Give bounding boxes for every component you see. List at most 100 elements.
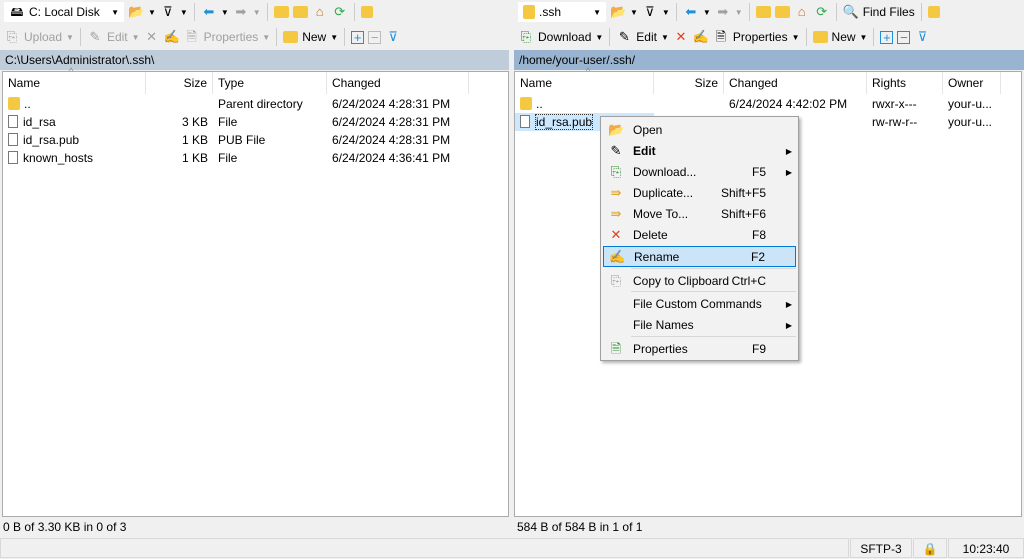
root-directory-icon[interactable] bbox=[292, 6, 308, 18]
download-icon: ⎘ bbox=[610, 164, 622, 179]
new-button[interactable]: New bbox=[832, 30, 856, 44]
back-arrow-icon[interactable]: ⬅ bbox=[683, 4, 699, 20]
chevron-down-icon[interactable]: ▼ bbox=[253, 8, 261, 17]
column-header-size[interactable]: Size bbox=[654, 72, 724, 94]
new-button[interactable]: New bbox=[302, 30, 326, 44]
file-row[interactable]: id_rsa.pub 1 KB PUB File 6/24/2024 4:28:31 … bbox=[3, 131, 508, 149]
cell-type: File bbox=[213, 149, 327, 167]
menu-item-label: File Custom Commands bbox=[633, 297, 762, 311]
tree-icon[interactable] bbox=[360, 6, 373, 18]
chevron-down-icon[interactable]: ▼ bbox=[132, 33, 140, 42]
column-header-changed[interactable]: Changed bbox=[724, 72, 867, 94]
properties-button[interactable]: Properties bbox=[204, 30, 259, 44]
properties-button[interactable]: Properties bbox=[733, 30, 788, 44]
forward-arrow-icon[interactable]: ➡ bbox=[233, 4, 249, 20]
chevron-down-icon[interactable]: ▼ bbox=[703, 8, 711, 17]
cell-text: rwxr-x--- bbox=[872, 97, 917, 111]
chevron-down-icon[interactable]: ▼ bbox=[330, 33, 338, 42]
open-folder-icon[interactable]: 📂 bbox=[128, 4, 144, 20]
chevron-down-icon[interactable]: ▼ bbox=[148, 8, 156, 17]
edit-button[interactable]: Edit bbox=[107, 30, 128, 44]
open-folder-icon[interactable]: 📂 bbox=[610, 4, 626, 20]
right-path-bar[interactable]: /home/your-user/.ssh/ bbox=[514, 50, 1024, 70]
chevron-down-icon[interactable]: ▼ bbox=[661, 33, 669, 42]
menu-item-copy-to-clipboard[interactable]: ⎘ Copy to Clipboard Ctrl+C bbox=[603, 271, 796, 292]
tree-icon[interactable] bbox=[927, 6, 940, 18]
home-icon[interactable]: ⌂ bbox=[312, 4, 328, 20]
chevron-down-icon[interactable]: ▼ bbox=[630, 8, 638, 17]
menu-item-duplicate[interactable]: ⇛ Duplicate... Shift+F5 bbox=[603, 183, 796, 204]
menu-item-delete[interactable]: ✕ Delete F8 bbox=[603, 225, 796, 246]
menu-item-properties[interactable]: 🗎 Properties F9 bbox=[603, 339, 796, 360]
file-row[interactable]: id_rsa 3 KB File 6/24/2024 4:28:31 PM bbox=[3, 113, 508, 131]
chevron-down-icon[interactable]: ▼ bbox=[860, 33, 868, 42]
chevron-down-icon[interactable]: ▼ bbox=[735, 8, 743, 17]
column-header-rights[interactable]: Rights bbox=[867, 72, 943, 94]
menu-item-file-names[interactable]: File Names ▶ bbox=[603, 315, 796, 336]
chevron-down-icon[interactable]: ▼ bbox=[180, 8, 188, 17]
chevron-down-icon[interactable]: ▼ bbox=[262, 33, 270, 42]
chevron-down-icon[interactable]: ▼ bbox=[792, 33, 800, 42]
parent-directory-icon[interactable] bbox=[755, 6, 771, 18]
home-icon[interactable]: ⌂ bbox=[794, 4, 810, 20]
left-toolbar-files: ⎘ Upload ▼ ✎ Edit ▼ ✕ ✍ 🗎 Properties ▼ New ▼… bbox=[4, 25, 401, 49]
column-header-name[interactable]: Name bbox=[3, 72, 146, 94]
left-file-list[interactable]: Name ^ Size Type Changed .. Parent direct… bbox=[2, 66, 509, 517]
menu-item-edit[interactable]: ✎ Edit ▶ bbox=[603, 141, 796, 162]
delete-icon[interactable]: ✕ bbox=[673, 29, 689, 45]
file-row[interactable]: .. 6/24/2024 4:42:02 PM rwxr-x--- your-u... bbox=[515, 95, 1021, 113]
filter-icon[interactable]: ⊽ bbox=[160, 4, 176, 20]
menu-item-download[interactable]: ⎘ Download... F5 ▶ bbox=[603, 162, 796, 183]
menu-item-rename[interactable]: ✍ Rename F2 bbox=[603, 246, 796, 267]
lock-icon[interactable]: 🔒 bbox=[913, 538, 947, 558]
unselect-minus-icon[interactable]: − bbox=[368, 30, 382, 44]
cell-type: PUB File bbox=[213, 131, 327, 149]
status-bar-message bbox=[0, 538, 849, 558]
filter-icon[interactable]: ⊽ bbox=[642, 4, 658, 20]
column-header-owner[interactable]: Owner bbox=[943, 72, 1001, 94]
chevron-down-icon[interactable]: ▼ bbox=[66, 33, 74, 42]
chevron-down-icon[interactable]: ▼ bbox=[662, 8, 670, 17]
edit-button[interactable]: Edit bbox=[636, 30, 657, 44]
parent-directory-icon[interactable] bbox=[273, 6, 289, 18]
cell-name: .. bbox=[3, 95, 146, 113]
refresh-icon[interactable]: ⟳ bbox=[332, 4, 348, 20]
file-row[interactable]: known_hosts 1 KB File 6/24/2024 4:36:41 PM bbox=[3, 149, 508, 167]
sort-ascending-icon: ^ bbox=[69, 66, 74, 76]
download-button[interactable]: Download bbox=[538, 30, 591, 44]
menu-item-label: Copy to Clipboard bbox=[633, 274, 730, 288]
cell-name: known_hosts bbox=[3, 149, 146, 167]
chevron-down-icon[interactable]: ▼ bbox=[595, 33, 603, 42]
left-drive-select[interactable]: 🖴 C: Local Disk ▼ bbox=[4, 2, 124, 22]
select-plus-icon[interactable]: + bbox=[880, 30, 894, 44]
rename-icon[interactable]: ✍ bbox=[164, 29, 180, 45]
submenu-arrow-icon: ▶ bbox=[785, 321, 792, 330]
menu-item-label: Edit bbox=[633, 144, 656, 158]
column-header-type[interactable]: Type bbox=[213, 72, 327, 94]
delete-icon[interactable]: ✕ bbox=[144, 29, 160, 45]
filter-select-icon[interactable]: ⊽ bbox=[914, 29, 930, 45]
right-folder-select[interactable]: .ssh ▼ bbox=[518, 2, 606, 22]
select-plus-icon[interactable]: + bbox=[351, 30, 365, 44]
column-header-name[interactable]: Name bbox=[515, 72, 654, 94]
cell-text: your-u... bbox=[948, 97, 993, 111]
refresh-icon[interactable]: ⟳ bbox=[814, 4, 830, 20]
filter-select-icon[interactable]: ⊽ bbox=[385, 29, 401, 45]
back-arrow-icon[interactable]: ⬅ bbox=[201, 4, 217, 20]
cell-size: 1 KB bbox=[146, 149, 213, 167]
find-files-button[interactable]: Find Files bbox=[863, 5, 915, 19]
chevron-down-icon[interactable]: ▼ bbox=[221, 8, 229, 17]
cell-owner: your-u... bbox=[943, 113, 1001, 131]
menu-item-move-to[interactable]: ⇛ Move To... Shift+F6 bbox=[603, 204, 796, 225]
column-header-changed[interactable]: Changed bbox=[327, 72, 469, 94]
menu-item-open[interactable]: 📂 Open bbox=[603, 120, 796, 141]
menu-item-file-custom-commands[interactable]: File Custom Commands ▶ bbox=[603, 294, 796, 315]
file-row[interactable]: .. Parent directory 6/24/2024 4:28:31 PM bbox=[3, 95, 508, 113]
root-directory-icon[interactable] bbox=[774, 6, 790, 18]
left-path-bar[interactable]: C:\Users\Administrator\.ssh\ bbox=[0, 50, 509, 70]
rename-icon[interactable]: ✍ bbox=[693, 29, 709, 45]
upload-button[interactable]: Upload bbox=[24, 30, 62, 44]
unselect-minus-icon[interactable]: − bbox=[897, 30, 911, 44]
column-header-size[interactable]: Size bbox=[146, 72, 213, 94]
forward-arrow-icon[interactable]: ➡ bbox=[715, 4, 731, 20]
